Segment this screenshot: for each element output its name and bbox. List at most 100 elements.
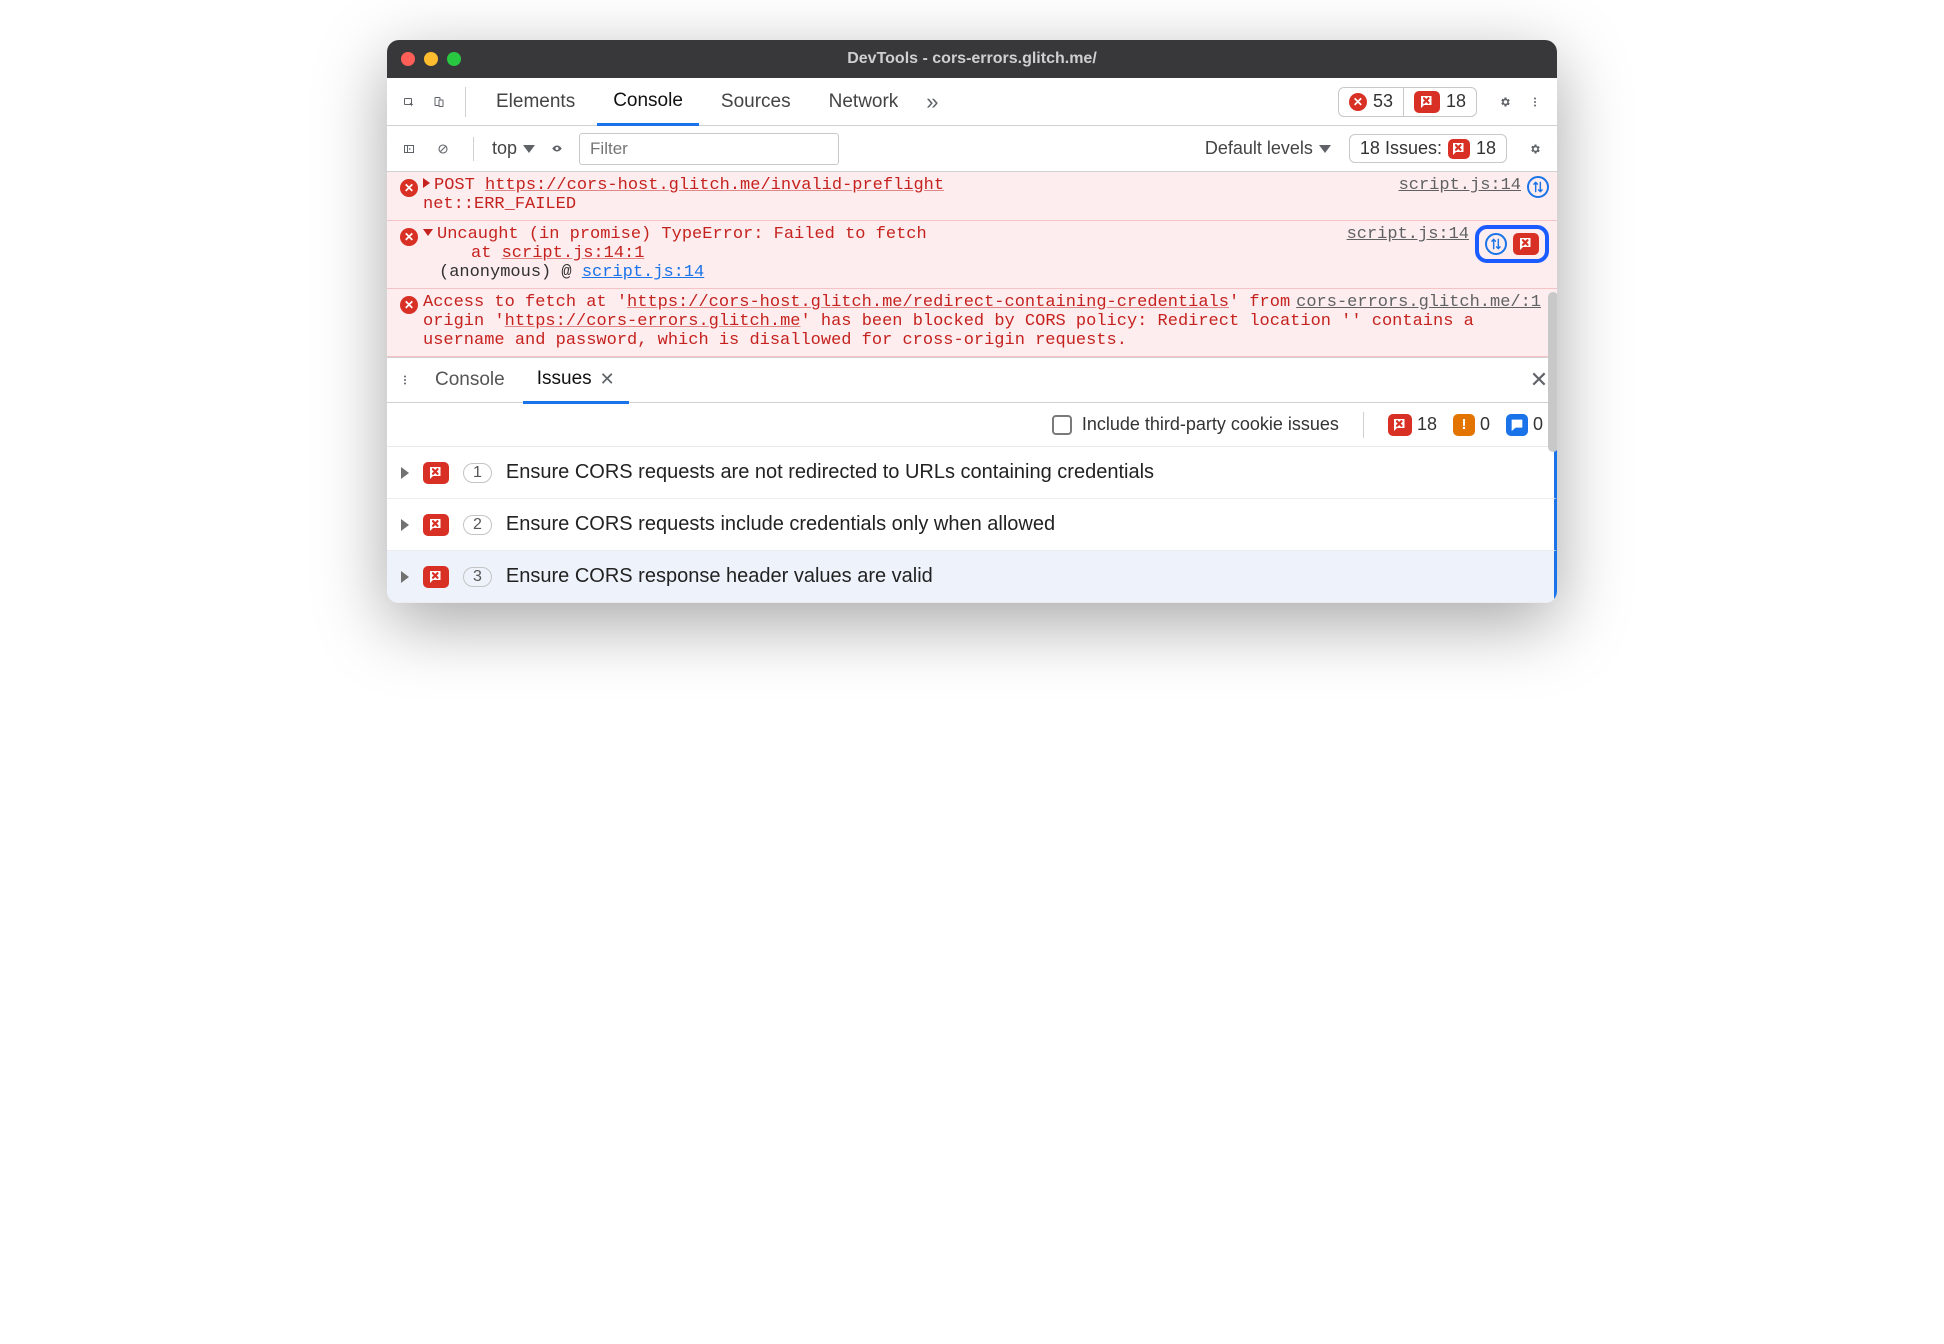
source-link[interactable]: cors-errors.glitch.me/:1 xyxy=(1296,293,1541,312)
stack-frame: (anonymous) xyxy=(439,263,551,282)
issues-count: 18 xyxy=(1476,138,1496,159)
console-output: ✕ POST https://cors-host.glitch.me/inval… xyxy=(387,172,1557,357)
log-levels-selector[interactable]: Default levels xyxy=(1205,138,1331,159)
count: 0 xyxy=(1533,414,1543,435)
tab-sources[interactable]: Sources xyxy=(705,78,807,126)
checkbox-label: Include third-party cookie issues xyxy=(1082,414,1339,435)
issue-count-badge: 1 xyxy=(463,463,492,483)
chevron-down-icon xyxy=(523,145,535,153)
issue-title: Ensure CORS requests include credentials… xyxy=(506,513,1055,536)
context-label: top xyxy=(492,138,517,159)
network-icon[interactable] xyxy=(1485,233,1507,255)
error-icon: ✕ xyxy=(1349,93,1367,111)
kebab-menu-icon[interactable] xyxy=(1523,90,1547,114)
at-symbol: @ xyxy=(561,263,571,282)
drawer-menu-icon[interactable] xyxy=(393,368,417,392)
console-error-row[interactable]: ✕ POST https://cors-host.glitch.me/inval… xyxy=(387,172,1557,221)
http-method: POST xyxy=(434,176,475,195)
warning-icon: ! xyxy=(1453,414,1475,436)
source-link[interactable]: script.js:14 xyxy=(1399,176,1521,195)
issue-count-button[interactable]: 18 xyxy=(1404,87,1477,117)
origin-url[interactable]: https://cors-errors.glitch.me xyxy=(505,312,801,331)
issue-row[interactable]: 1 Ensure CORS requests are not redirecte… xyxy=(387,447,1557,499)
checkbox-icon xyxy=(1052,415,1072,435)
issue-count-badge: 2 xyxy=(463,515,492,535)
live-expression-icon[interactable] xyxy=(545,137,569,161)
issues-summary-button[interactable]: 18 Issues: 18 xyxy=(1349,134,1507,163)
expand-icon[interactable] xyxy=(401,467,409,479)
issue-count-badge: 3 xyxy=(463,567,492,587)
chevron-down-icon xyxy=(1319,145,1331,153)
count: 18 xyxy=(1417,414,1437,435)
issue-row[interactable]: 2 Ensure CORS requests include credentia… xyxy=(387,499,1557,551)
error-count: 53 xyxy=(1373,91,1393,112)
filter-input[interactable] xyxy=(579,133,839,165)
issue-kind-icon xyxy=(423,462,449,484)
stack-at: at xyxy=(471,244,502,263)
tab-elements[interactable]: Elements xyxy=(480,78,591,126)
collapse-icon[interactable] xyxy=(423,229,433,236)
divider xyxy=(465,87,466,117)
issue-row[interactable]: 3 Ensure CORS response header values are… xyxy=(387,551,1557,603)
expand-icon[interactable] xyxy=(423,178,430,188)
close-tab-icon[interactable]: ✕ xyxy=(600,369,615,390)
expand-icon[interactable] xyxy=(401,519,409,531)
more-tabs-icon[interactable]: » xyxy=(920,90,944,114)
drawer-tab-console[interactable]: Console xyxy=(421,357,519,403)
issue-icon[interactable] xyxy=(1513,233,1539,255)
context-selector[interactable]: top xyxy=(492,138,535,159)
issue-title: Ensure CORS response header values are v… xyxy=(506,565,933,588)
issues-warning-count[interactable]: ! 0 xyxy=(1453,414,1490,436)
stack-link[interactable]: script.js:14:1 xyxy=(502,244,645,263)
issue-icon xyxy=(1448,139,1470,159)
console-settings-icon[interactable] xyxy=(1523,137,1547,161)
clear-console-icon[interactable] xyxy=(431,137,455,161)
issues-filter-bar: Include third-party cookie issues 18 ! 0… xyxy=(387,403,1557,447)
drawer-tabbar: Console Issues ✕ ✕ xyxy=(387,357,1557,403)
drawer-tab-issues[interactable]: Issues ✕ xyxy=(523,358,629,404)
drawer-tab-label: Issues xyxy=(537,368,592,390)
console-toolbar: top Default levels 18 Issues: 18 xyxy=(387,126,1557,172)
issue-icon xyxy=(1388,414,1412,436)
divider xyxy=(473,137,474,161)
error-icon: ✕ xyxy=(400,296,418,314)
error-icon: ✕ xyxy=(400,228,418,246)
issue-kind-icon xyxy=(423,566,449,588)
levels-label: Default levels xyxy=(1205,138,1313,159)
msg-part: Access to fetch at ' xyxy=(423,293,627,312)
issue-title: Ensure CORS requests are not redirected … xyxy=(506,461,1154,484)
error-count-button[interactable]: ✕ 53 xyxy=(1338,87,1404,117)
sidebar-toggle-icon[interactable] xyxy=(397,137,421,161)
error-icon: ✕ xyxy=(400,179,418,197)
settings-icon[interactable] xyxy=(1493,90,1517,114)
request-url[interactable]: https://cors-host.glitch.me/invalid-pref… xyxy=(485,176,944,195)
titlebar: DevTools - cors-errors.glitch.me/ xyxy=(387,40,1557,78)
issues-label: 18 Issues: xyxy=(1360,138,1442,159)
tab-console[interactable]: Console xyxy=(597,78,699,126)
tab-network[interactable]: Network xyxy=(813,78,915,126)
count: 0 xyxy=(1480,414,1490,435)
issues-list: 1 Ensure CORS requests are not redirecte… xyxy=(387,447,1557,603)
error-code: net::ERR_FAILED xyxy=(423,195,576,214)
third-party-checkbox[interactable]: Include third-party cookie issues xyxy=(1052,414,1339,435)
issues-error-count[interactable]: 18 xyxy=(1388,414,1437,436)
issue-kind-icon xyxy=(423,514,449,536)
network-icon[interactable] xyxy=(1527,176,1549,198)
issue-icon xyxy=(1414,91,1440,113)
blocked-url[interactable]: https://cors-host.glitch.me/redirect-con… xyxy=(627,293,1229,312)
device-toggle-icon[interactable] xyxy=(427,90,451,114)
console-error-row[interactable]: ✕ cors-errors.glitch.me/:1 Access to fet… xyxy=(387,289,1557,357)
status-counts: ✕ 53 18 xyxy=(1338,87,1477,117)
source-link[interactable]: script.js:14 xyxy=(1347,225,1469,244)
divider xyxy=(1363,412,1364,438)
window-title: DevTools - cors-errors.glitch.me/ xyxy=(387,50,1557,68)
inspect-element-icon[interactable] xyxy=(397,90,421,114)
console-error-row[interactable]: ✕ Uncaught (in promise) TypeError: Faile… xyxy=(387,221,1557,289)
stack-source-link[interactable]: script.js:14 xyxy=(582,263,704,282)
highlighted-actions xyxy=(1475,225,1549,263)
issues-info-count[interactable]: 0 xyxy=(1506,414,1543,436)
devtools-window: DevTools - cors-errors.glitch.me/ Elemen… xyxy=(387,40,1557,603)
expand-icon[interactable] xyxy=(401,571,409,583)
main-toolbar: Elements Console Sources Network » ✕ 53 … xyxy=(387,78,1557,126)
error-message: Uncaught (in promise) TypeError: Failed … xyxy=(437,225,927,244)
